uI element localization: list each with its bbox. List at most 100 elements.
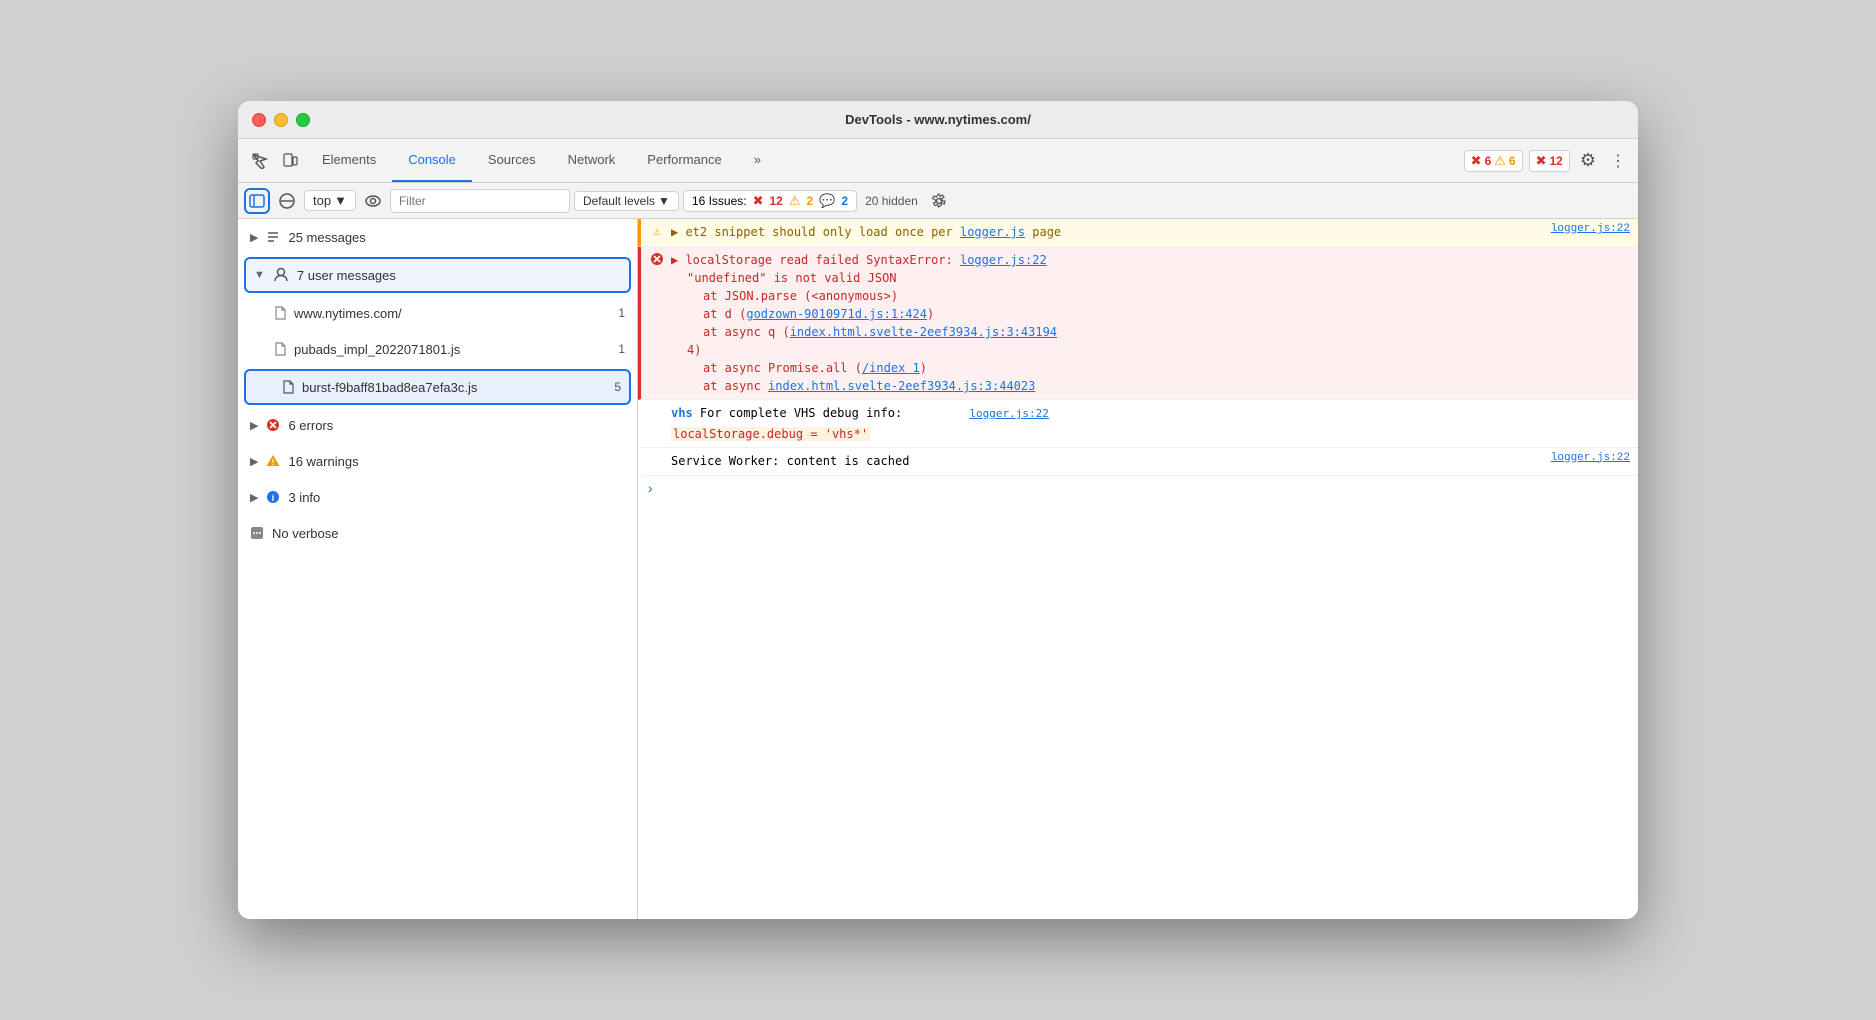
user-messages-label: 7 user messages: [297, 268, 396, 283]
title-bar: DevTools - www.nytimes.com/: [238, 101, 1638, 139]
issues-error-icon2: ✖: [753, 193, 764, 209]
file-pubads-label: pubads_impl_2022071801.js: [294, 342, 460, 357]
sidebar-file-pubads[interactable]: pubads_impl_2022071801.js 1: [238, 331, 637, 367]
devtools-toolbar: Elements Console Sources Network Perform…: [238, 139, 1638, 183]
error-warning-badge[interactable]: ✖ 6 ⚠ 6: [1464, 150, 1523, 172]
error-icon: ✖: [1471, 153, 1482, 169]
user-icon: [273, 267, 289, 283]
info-icon: i: [266, 490, 280, 504]
filter-input[interactable]: [390, 189, 570, 213]
issues-warn-count: 2: [807, 194, 814, 208]
devtools-window: DevTools - www.nytimes.com/ Elements Con…: [238, 101, 1638, 919]
clear-console-button[interactable]: [274, 188, 300, 214]
svg-text:!: !: [272, 458, 275, 467]
settings-button[interactable]: ⚙: [1576, 146, 1600, 175]
sidebar-item-info[interactable]: ▶ i 3 info: [238, 479, 637, 515]
verbose-label: No verbose: [272, 526, 338, 541]
log-warning-text: ▶ et2 snippet should only load once per …: [671, 223, 1545, 242]
inspect-element-button[interactable]: [246, 147, 274, 175]
messages-label: 25 messages: [288, 230, 365, 245]
file-icon: [274, 342, 286, 356]
console-panel: ⚠ ▶ et2 snippet should only load once pe…: [638, 219, 1638, 919]
minimize-button[interactable]: [274, 113, 288, 127]
prompt-line[interactable]: ›: [638, 476, 1638, 504]
file-icon: [274, 306, 286, 320]
error-icon2: [649, 252, 665, 270]
sidebar-item-verbose[interactable]: No verbose: [238, 515, 637, 551]
file-nytimes-count: 1: [618, 306, 625, 320]
sidebar-item-errors[interactable]: ▶ 6 errors: [238, 407, 637, 443]
sidebar-item-warnings[interactable]: ▶ ! 16 warnings: [238, 443, 637, 479]
error-icon: [266, 418, 280, 432]
device-toolbar-button[interactable]: [276, 147, 304, 175]
issues-info-icon: 💬: [819, 193, 835, 209]
tab-sources[interactable]: Sources: [472, 139, 552, 182]
prompt-arrow: ›: [646, 482, 654, 498]
issues-count: 12: [1550, 154, 1563, 168]
log-vhs-text: vhs For complete VHS debug info: logger.…: [671, 404, 1630, 443]
log-entry-vhs[interactable]: vhs For complete VHS debug info: logger.…: [638, 400, 1638, 448]
issues-error-count: 12: [770, 194, 783, 208]
issues-error-icon: ✖: [1536, 153, 1547, 169]
context-selector[interactable]: top ▼: [304, 190, 356, 211]
verbose-icon: [250, 526, 264, 540]
log-source-1[interactable]: logger.js:22: [1551, 223, 1630, 235]
log-entry-service[interactable]: Service Worker: content is cached logger…: [638, 448, 1638, 476]
sidebar-item-all-messages[interactable]: ▶ 25 messages: [238, 219, 637, 255]
issues-warn-icon: ⚠: [789, 193, 801, 209]
log-entry-warning[interactable]: ⚠ ▶ et2 snippet should only load once pe…: [638, 219, 1638, 247]
file-burst-label: burst-f9baff81bad8ea7efa3c.js: [302, 380, 477, 395]
errors-arrow: ▶: [250, 419, 258, 432]
tab-network[interactable]: Network: [552, 139, 632, 182]
errors-label: 6 errors: [288, 418, 333, 433]
issues-info-count: 2: [841, 194, 848, 208]
log-entry-error[interactable]: ▶ localStorage read failed SyntaxError: …: [638, 247, 1638, 400]
default-levels-label: Default levels: [583, 194, 655, 208]
expand-arrow: ▶: [250, 231, 258, 244]
console-settings-button[interactable]: [926, 188, 952, 214]
issues-counter[interactable]: 16 Issues: ✖ 12 ⚠ 2 💬 2: [683, 190, 857, 212]
more-button[interactable]: ⋮: [1606, 147, 1630, 175]
tab-elements[interactable]: Elements: [306, 139, 392, 182]
file-burst-count: 5: [614, 380, 621, 394]
warning-count: 6: [1509, 154, 1516, 168]
sidebar-file-burst[interactable]: burst-f9baff81bad8ea7efa3c.js 5: [244, 369, 631, 405]
traffic-lights: [252, 113, 310, 127]
tab-performance[interactable]: Performance: [631, 139, 737, 182]
hidden-count: 20 hidden: [861, 194, 922, 208]
main-content: ▶ 25 messages ▼ 7 user messages: [238, 219, 1638, 919]
maximize-button[interactable]: [296, 113, 310, 127]
window-title: DevTools - www.nytimes.com/: [845, 112, 1031, 127]
console-toolbar: top ▼ Default levels ▼ 16 Issues: ✖ 12 ⚠…: [238, 183, 1638, 219]
warning-icon: ⚠: [1494, 153, 1506, 169]
tab-bar: Elements Console Sources Network Perform…: [306, 139, 1462, 182]
log-error-text: ▶ localStorage read failed SyntaxError: …: [671, 251, 1630, 395]
tab-more[interactable]: »: [738, 139, 777, 182]
svg-text:i: i: [272, 493, 275, 503]
file-nytimes-label: www.nytimes.com/: [294, 306, 402, 321]
context-label: top: [313, 193, 331, 208]
toolbar-right: ✖ 6 ⚠ 6 ✖ 12 ⚙ ⋮: [1464, 146, 1630, 175]
levels-arrow: ▼: [658, 194, 670, 208]
log-service-text: Service Worker: content is cached: [671, 452, 1545, 470]
warn-icon: ⚠: [649, 224, 665, 239]
sidebar-toggle-button[interactable]: [244, 188, 270, 214]
warnings-arrow: ▶: [250, 455, 258, 468]
default-levels-dropdown[interactable]: Default levels ▼: [574, 191, 679, 211]
close-button[interactable]: [252, 113, 266, 127]
info-label: 3 info: [288, 490, 320, 505]
messages-icon: [266, 230, 280, 244]
tab-console[interactable]: Console: [392, 139, 472, 182]
sidebar: ▶ 25 messages ▼ 7 user messages: [238, 219, 638, 919]
collapse-arrow: ▼: [254, 269, 265, 281]
warnings-label: 16 warnings: [288, 454, 358, 469]
log-source-service[interactable]: logger.js:22: [1551, 452, 1630, 464]
info-arrow: ▶: [250, 491, 258, 504]
issues-label: 16 Issues:: [692, 194, 747, 208]
eye-button[interactable]: [360, 188, 386, 214]
issues-badge[interactable]: ✖ 12: [1529, 150, 1570, 172]
file-icon: [282, 380, 294, 394]
sidebar-file-nytimes[interactable]: www.nytimes.com/ 1: [238, 295, 637, 331]
warning-icon: !: [266, 454, 280, 468]
sidebar-item-user-messages[interactable]: ▼ 7 user messages: [244, 257, 631, 293]
